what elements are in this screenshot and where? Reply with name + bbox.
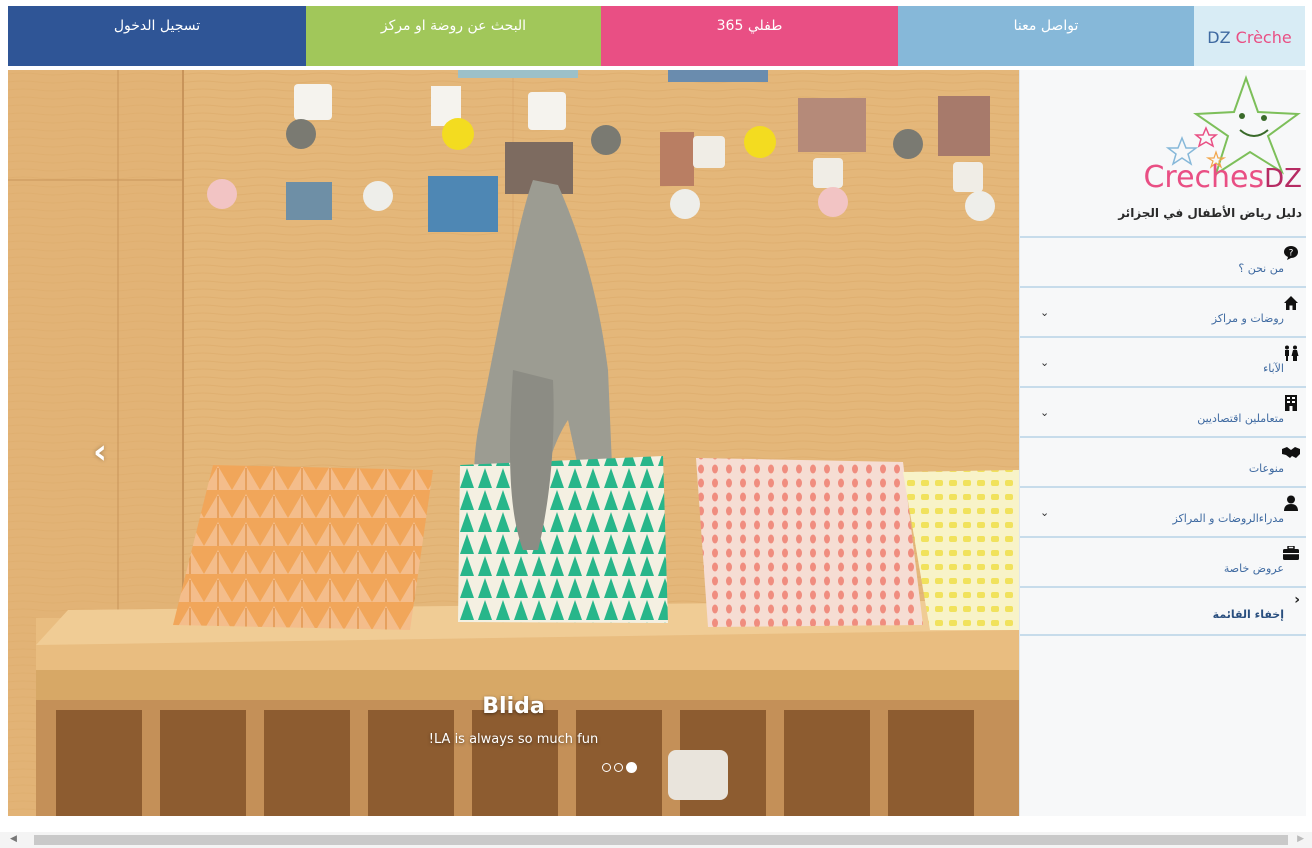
chevron-left-icon: ‹ [92,432,107,472]
handshake-icon [1282,444,1300,462]
scroll-right-icon[interactable]: ▶ [1297,834,1304,844]
my-child-365-button[interactable]: طفلي 365 [601,6,898,66]
sidebar-item-label: الآباء [1263,362,1284,375]
brand-suffix: Crèche [1235,27,1292,47]
svg-text:?: ? [1289,249,1294,259]
chevron-down-icon: ⌄ [1040,356,1050,369]
slide-indicator-3[interactable] [626,762,637,773]
sidebar: CrechesDZ دليل رياض الأطفال في الجزائر ?… [1019,70,1306,816]
chevron-right-icon: › [1294,592,1300,608]
sidebar-item-special-offers[interactable]: عروض خاصة [1020,536,1306,586]
contact-us-label: تواصل معنا [1013,18,1079,34]
slide-caption-title: Blida [482,694,545,719]
top-navigation: تسجيل الدخول البحث عن روضة او مركز طفلي … [8,6,1305,66]
sidebar-item-label: من نحن ؟ [1238,262,1284,275]
sidebar-item-about[interactable]: ? من نحن ؟ [1020,236,1306,286]
sidebar-item-label: مدراءالروضات و المراكز [1172,512,1284,525]
login-button[interactable]: تسجيل الدخول [8,6,306,66]
login-label: تسجيل الدخول [113,18,201,34]
hide-menu-label: إخفاء القائمة [1212,608,1284,621]
sidebar-item-managers[interactable]: مدراءالروضات و المراكز ⌄ [1020,486,1306,536]
brand-link[interactable]: DZ Crèche [1194,6,1305,66]
slide-indicator-1[interactable] [602,763,611,772]
sidebar-item-label: عروض خاصة [1223,562,1284,575]
sidebar-item-label: منوعات [1248,462,1284,475]
horizontal-scrollbar[interactable]: ◀ ▶ [0,832,1312,848]
logo-text-main: Creches [1143,160,1265,195]
scroll-left-icon[interactable]: ◀ [10,834,17,844]
sidebar-item-nurseries[interactable]: روضات و مراكز ⌄ [1020,286,1306,336]
hero-slider: ‹ Blida !LA is always so much fun [8,70,1019,816]
slide-caption-text: !LA is always so much fun [428,732,599,747]
chevron-down-icon: ⌄ [1040,306,1050,319]
sidebar-item-label: متعاملين اقتصاديين [1197,412,1284,425]
chevron-down-icon: ⌄ [1040,406,1050,419]
search-nursery-label: البحث عن روضة او مركز [380,18,527,34]
sidebar-item-parents[interactable]: الآباء ⌄ [1020,336,1306,386]
search-nursery-button[interactable]: البحث عن روضة او مركز [306,6,601,66]
building-icon [1282,394,1300,412]
brand-prefix: DZ [1207,27,1231,47]
parents-icon [1282,344,1300,362]
slider-indicators [602,762,637,773]
user-icon [1282,494,1300,512]
my-child-365-label: طفلي 365 [716,18,783,34]
hide-menu-button[interactable]: › إخفاء القائمة [1020,586,1306,636]
contact-us-button[interactable]: تواصل معنا [898,6,1194,66]
chevron-down-icon: ⌄ [1040,506,1050,519]
sidebar-item-label: روضات و مراكز [1211,312,1284,325]
briefcase-icon [1282,544,1300,562]
sidebar-menu: ? من نحن ؟ روضات و مراكز ⌄ الآباء ⌄ متعا… [1020,236,1306,636]
scrollbar-thumb[interactable] [34,835,1288,845]
slide-indicator-2[interactable] [614,763,623,772]
question-bubble-icon: ? [1282,244,1300,262]
slider-previous-button[interactable]: ‹ [80,432,120,472]
sidebar-item-partners[interactable]: متعاملين اقتصاديين ⌄ [1020,386,1306,436]
logo-subtitle: دليل رياض الأطفال في الجزائر [1118,206,1302,220]
logo-text-suffix: DZ [1264,164,1302,194]
site-logo[interactable]: CrechesDZ دليل رياض الأطفال في الجزائر [1020,70,1306,236]
sidebar-item-misc[interactable]: منوعات [1020,436,1306,486]
home-icon [1282,294,1300,312]
logo-text: CrechesDZ [1143,160,1302,195]
